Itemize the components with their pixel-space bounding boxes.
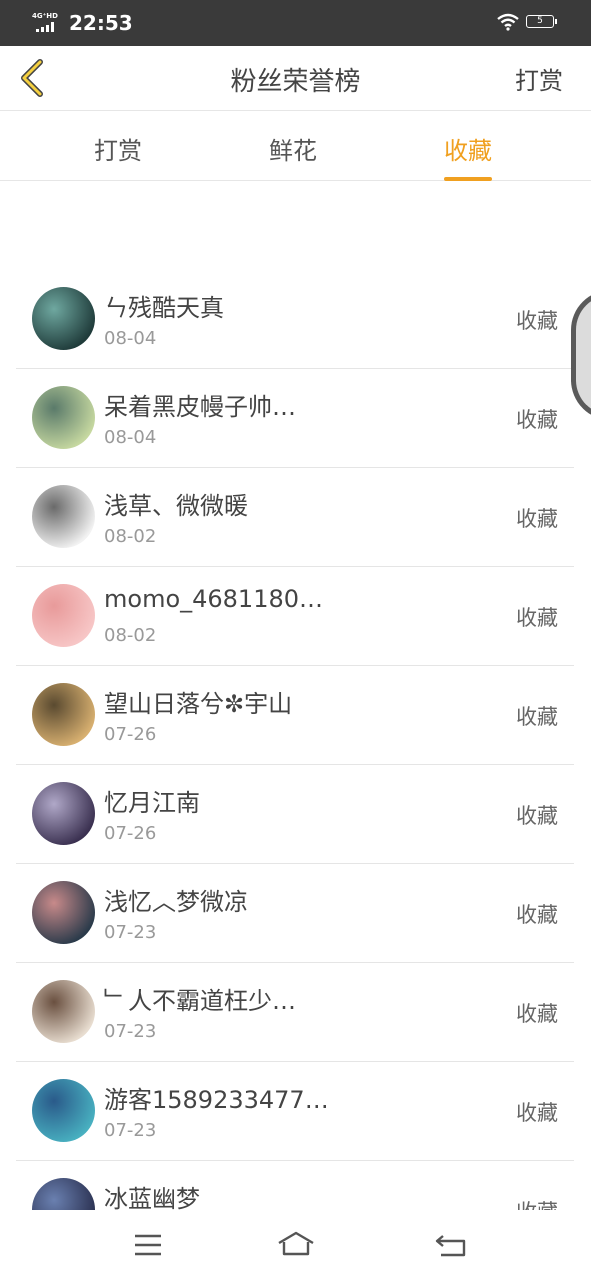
network-indicator: 4G⁺HD — [32, 12, 62, 32]
avatar — [32, 1079, 95, 1142]
item-date: 07-23 — [104, 1021, 157, 1042]
avatar — [32, 1178, 95, 1210]
item-tag: 收藏 — [516, 606, 558, 630]
tab-reward[interactable]: 打赏 — [94, 131, 142, 166]
user-name: 浅草、微微暖 — [104, 492, 248, 520]
user-name: 呆着黑皮幔子帅… — [104, 393, 296, 421]
avatar — [32, 287, 95, 350]
tab-favorites[interactable]: 收藏 — [444, 131, 492, 181]
user-name: 游客1589233477… — [104, 1086, 329, 1114]
avatar — [32, 386, 95, 449]
list-item[interactable]: 浅忆︿梦微凉 07-23 收藏 — [16, 864, 574, 963]
item-tag: 收藏 — [516, 903, 558, 927]
user-name: ﹂人不霸道枉少… — [104, 987, 296, 1015]
item-tag: 收藏 — [516, 705, 558, 729]
app-header: 粉丝荣誉榜 打赏 — [0, 46, 591, 111]
list-item[interactable]: ﹂人不霸道枉少… 07-23 收藏 — [16, 963, 574, 1062]
signal-icon — [36, 22, 58, 32]
list-item[interactable]: 冰蓝幽梦 收藏 — [16, 1161, 574, 1210]
list-item[interactable]: ㄣ残酷天真 08-04 收藏 — [16, 270, 574, 369]
tab-bar: 打赏 鲜花 收藏 — [0, 111, 591, 181]
item-date: 08-02 — [104, 526, 157, 547]
item-date: 07-26 — [104, 823, 157, 844]
network-label: 4G⁺HD — [32, 12, 58, 20]
item-tag: 收藏 — [516, 804, 558, 828]
item-date: 08-04 — [104, 328, 157, 349]
tab-flowers[interactable]: 鲜花 — [269, 131, 317, 166]
item-date: 08-02 — [104, 625, 157, 646]
item-tag: 收藏 — [516, 1002, 558, 1026]
item-tag: 收藏 — [516, 1101, 558, 1125]
list-item[interactable]: momo_4681180… 08-02 收藏 — [16, 567, 574, 666]
home-icon[interactable] — [276, 1228, 316, 1262]
user-name: momo_4681180… — [104, 585, 324, 613]
page-title: 粉丝荣誉榜 — [230, 67, 361, 97]
fan-list: ㄣ残酷天真 08-04 收藏 呆着黑皮幔子帅… 08-04 收藏 浅草、微微暖 … — [0, 270, 591, 1210]
list-item[interactable]: 游客1589233477… 07-23 收藏 — [16, 1062, 574, 1161]
battery-icon: 5 — [526, 15, 557, 28]
item-tag: 收藏 — [516, 507, 558, 531]
status-time: 22:53 — [69, 11, 133, 35]
list-item[interactable]: 呆着黑皮幔子帅… 08-04 收藏 — [16, 369, 574, 468]
item-tag: 收藏 — [516, 309, 558, 333]
item-date: 07-26 — [104, 724, 157, 745]
avatar — [32, 980, 95, 1043]
item-date: 07-23 — [104, 1120, 157, 1141]
return-icon[interactable] — [431, 1228, 471, 1262]
user-name: 浅忆︿梦微凉 — [104, 888, 248, 916]
avatar — [32, 584, 95, 647]
avatar — [32, 683, 95, 746]
status-bar: 4G⁺HD 22:53 5 — [0, 0, 591, 46]
avatar — [32, 881, 95, 944]
user-name: ㄣ残酷天真 — [104, 294, 224, 322]
avatar — [32, 485, 95, 548]
reward-button[interactable]: 打赏 — [515, 61, 563, 96]
item-date: 08-04 — [104, 427, 157, 448]
user-name: 冰蓝幽梦 — [104, 1185, 200, 1210]
user-name: 忆月江南 — [104, 789, 200, 817]
wifi-icon — [497, 13, 519, 31]
list-item[interactable]: 忆月江南 07-26 收藏 — [16, 765, 574, 864]
item-tag: 收藏 — [516, 1196, 558, 1210]
avatar — [32, 782, 95, 845]
item-tag: 收藏 — [516, 408, 558, 432]
menu-icon[interactable] — [128, 1228, 168, 1262]
system-nav-bar — [0, 1210, 591, 1280]
list-item[interactable]: 望山日落兮✼宇山 07-26 收藏 — [16, 666, 574, 765]
item-date: 07-23 — [104, 922, 157, 943]
user-name: 望山日落兮✼宇山 — [104, 690, 293, 718]
list-item[interactable]: 浅草、微微暖 08-02 收藏 — [16, 468, 574, 567]
